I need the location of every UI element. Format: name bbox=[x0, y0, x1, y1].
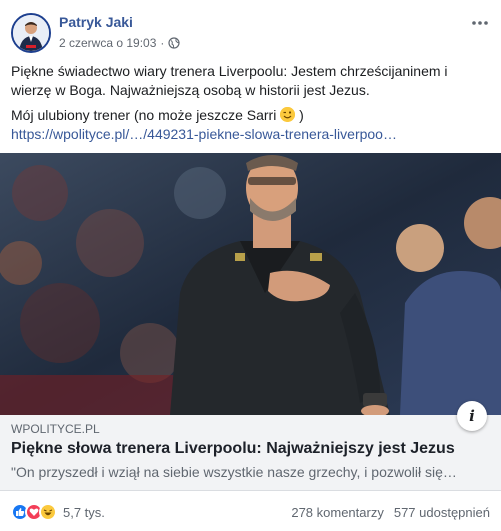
reactions-summary[interactable]: 5,7 tys. bbox=[11, 503, 105, 521]
post-paragraph: Piękne świadectwo wiary trenera Liverpoo… bbox=[11, 63, 448, 98]
shares-count[interactable]: 577 udostępnień bbox=[394, 505, 490, 520]
post-timestamp[interactable]: 2 czerwca o 19:03 bbox=[59, 36, 156, 50]
comments-count[interactable]: 278 komentarzy bbox=[291, 505, 384, 520]
post-header: Patryk Jaki 2 czerwca o 19:03 · bbox=[11, 13, 490, 53]
haha-reaction-icon bbox=[39, 503, 57, 521]
info-icon[interactable]: i bbox=[457, 401, 487, 431]
reaction-count[interactable]: 5,7 tys. bbox=[63, 505, 105, 520]
post-paragraph-2-text: Mój ulubiony trener (no może jeszcze Sar… bbox=[11, 107, 277, 123]
author-avatar[interactable] bbox=[11, 13, 51, 53]
separator-dot: · bbox=[160, 36, 165, 50]
post-meta: 2 czerwca o 19:03 · bbox=[59, 36, 180, 50]
globe-icon[interactable] bbox=[168, 37, 180, 49]
post-footer: 5,7 tys. 278 komentarzy 577 udostępnień bbox=[11, 500, 490, 524]
avatar-portrait-icon bbox=[13, 15, 49, 51]
link-preview-image[interactable] bbox=[0, 153, 501, 415]
wink-emoji-icon bbox=[280, 107, 296, 122]
shared-link[interactable]: https://wpolityce.pl/…/449231-piekne-slo… bbox=[11, 125, 489, 144]
more-options-icon[interactable] bbox=[470, 13, 490, 33]
link-preview-card[interactable]: i WPOLITYCE.PL Piękne słowa trenera Live… bbox=[0, 401, 501, 491]
author-name[interactable]: Patryk Jaki bbox=[59, 14, 133, 30]
preview-domain: WPOLITYCE.PL bbox=[11, 422, 100, 436]
post-paragraph-2-end: ) bbox=[299, 107, 304, 123]
post-paragraph-2: Mój ulubiony trener (no może jeszcze Sar… bbox=[11, 106, 489, 144]
engagement-stats: 278 komentarzy 577 udostępnień bbox=[291, 505, 490, 520]
preview-description: "On przyszedł i wziął na siebie wszystki… bbox=[11, 464, 457, 480]
facebook-post: Patryk Jaki 2 czerwca o 19:03 · Piękne ś… bbox=[0, 0, 501, 531]
preview-title[interactable]: Piękne słowa trenera Liverpoolu: Najważn… bbox=[11, 440, 455, 458]
post-text: Piękne świadectwo wiary trenera Liverpoo… bbox=[11, 62, 489, 150]
